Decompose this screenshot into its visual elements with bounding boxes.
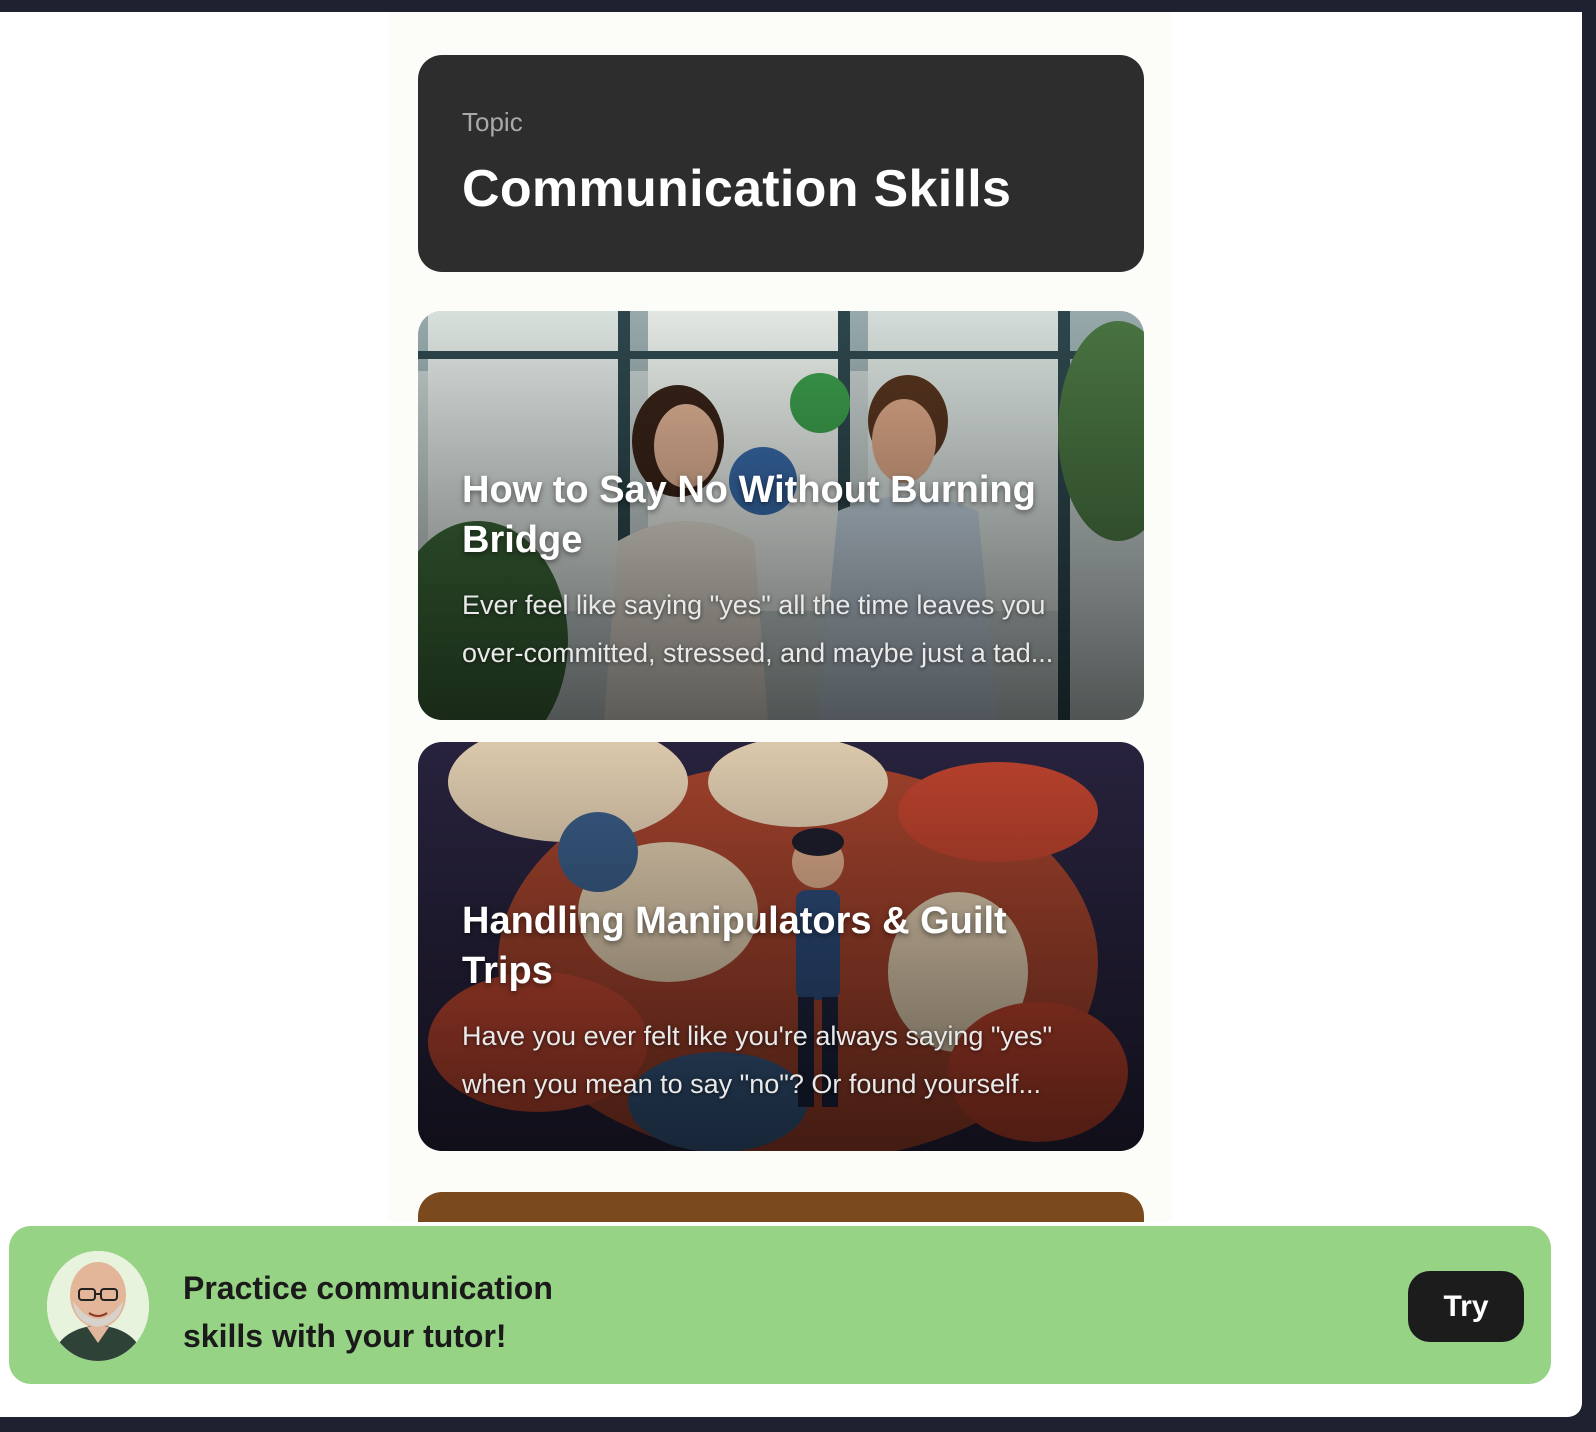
lesson-card-say-no[interactable]: How to Say No Without Burning Bridge Eve… <box>418 311 1144 720</box>
tutor-avatar-image <box>47 1251 149 1361</box>
lesson-description: Ever feel like saying "yes" all the time… <box>462 590 1054 668</box>
lesson-title: Handling Manipulators & Guilt Trips <box>462 900 1007 992</box>
tutor-practice-banner: Practice communication skills with your … <box>9 1226 1551 1384</box>
topic-title: Communication Skills <box>462 160 1012 218</box>
topic-label: Topic <box>462 107 523 137</box>
lesson-card-manipulators[interactable]: Handling Manipulators & Guilt Trips Have… <box>418 742 1144 1151</box>
lesson-title: How to Say No Without Burning Bridge <box>462 469 1036 561</box>
window-edge <box>1582 0 1596 1432</box>
tutor-avatar <box>47 1251 149 1361</box>
topic-header-card: Topic Communication Skills <box>418 55 1144 272</box>
banner-message: Practice communication skills with your … <box>183 1270 553 1354</box>
try-button[interactable]: Try <box>1408 1271 1524 1342</box>
lesson-description: Have you ever felt like you're always sa… <box>462 1021 1053 1099</box>
app-window: Topic Communication Skills How to Say No… <box>0 12 1582 1417</box>
lesson-card-partial[interactable] <box>418 1192 1144 1222</box>
